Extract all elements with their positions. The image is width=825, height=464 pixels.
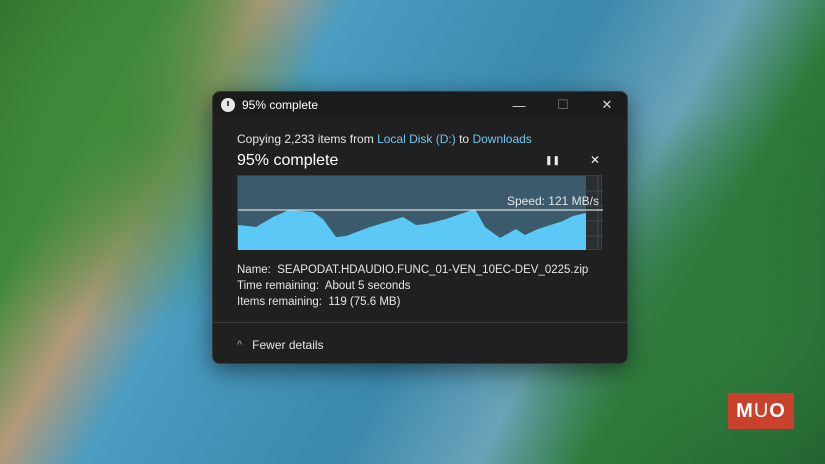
fewer-details-label: Fewer details (252, 338, 324, 352)
title-bar[interactable]: 95% complete — ☐ ✕ (213, 92, 627, 118)
maximize-button[interactable]: ☐ (541, 92, 585, 118)
copy-dialog-window: 95% complete — ☐ ✕ Copying 2,233 items f… (212, 91, 628, 364)
time-label: Time remaining: (237, 280, 320, 292)
destination-link[interactable]: Downloads (472, 132, 531, 146)
muo-logo: MUO (728, 393, 794, 429)
speed-graph: Speed: 121 MB/s (237, 175, 603, 250)
chevron-up-icon: ^ (237, 339, 243, 351)
copy-prefix: Copying 2,233 items from (237, 132, 378, 146)
progress-status: 95% complete (237, 152, 339, 169)
pause-button[interactable]: ❚❚ (545, 155, 560, 166)
to-text: to (455, 132, 473, 146)
name-value: SEAPODAT.HDAUDIO.FUNC_01-VEN_10EC-DEV_02… (277, 264, 589, 276)
items-label: Items remaining: (237, 296, 323, 308)
details: Name: SEAPODAT.HDAUDIO.FUNC_01-VEN_10EC-… (237, 262, 588, 310)
cancel-button[interactable]: ✕ (590, 153, 600, 167)
clock-icon (221, 98, 235, 112)
copy-summary: Copying 2,233 items from Local Disk (D:)… (237, 132, 603, 146)
speed-label: Speed: 121 MB/s (506, 194, 599, 208)
source-link[interactable]: Local Disk (D:) (377, 132, 456, 146)
name-label: Name: (237, 264, 271, 276)
window-title: 95% complete (242, 98, 319, 112)
time-value: About 5 seconds (324, 280, 411, 292)
divider (213, 322, 627, 323)
fewer-details-button[interactable]: ^ Fewer details (237, 338, 324, 352)
minimize-button[interactable]: — (497, 92, 541, 118)
items-value: 119 (75.6 MB) (328, 296, 401, 308)
close-button[interactable]: ✕ (585, 92, 627, 118)
